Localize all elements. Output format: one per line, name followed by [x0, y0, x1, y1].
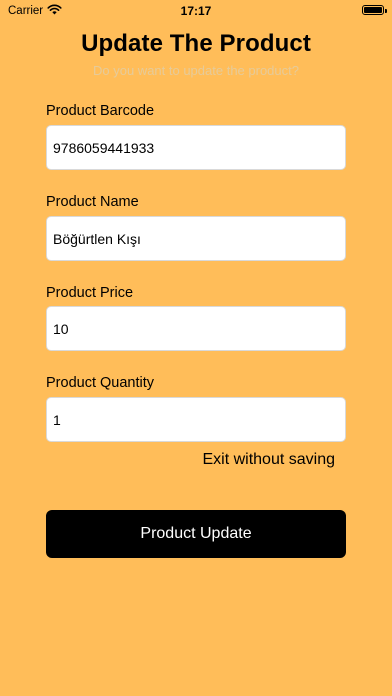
price-label: Product Price	[46, 285, 134, 301]
name-input[interactable]	[46, 216, 346, 261]
battery-body	[362, 5, 387, 15]
status-time: 17:17	[180, 4, 212, 18]
battery-tip	[385, 8, 387, 13]
quantity-label: Product Quantity	[46, 375, 154, 391]
battery-level	[364, 7, 382, 13]
quantity-input[interactable]	[46, 397, 346, 442]
page-subtitle: Do you want to update the product?	[93, 63, 299, 78]
battery-icon	[362, 5, 387, 15]
barcode-input[interactable]	[46, 125, 346, 170]
exit-without-saving-button[interactable]: Exit without saving	[202, 451, 335, 469]
barcode-label: Product Barcode	[46, 103, 155, 119]
name-label: Product Name	[46, 194, 139, 210]
status-bar: Carrier 17:17	[0, 0, 392, 22]
price-input[interactable]	[46, 306, 346, 351]
page-title: Update The Product	[81, 30, 311, 57]
product-update-button[interactable]: Product Update	[46, 510, 346, 558]
